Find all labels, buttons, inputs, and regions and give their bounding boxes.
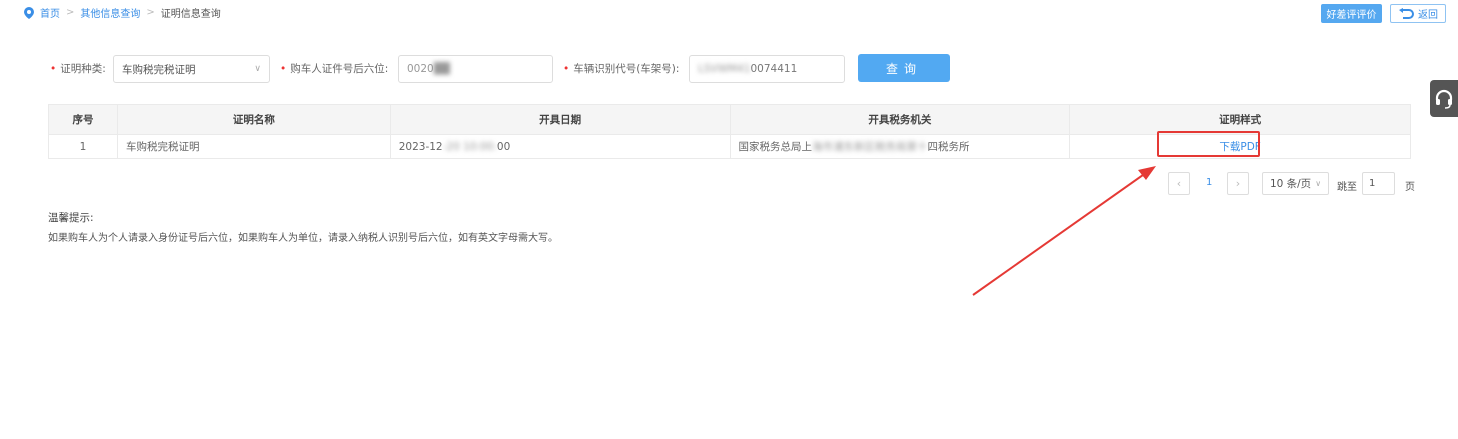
customer-service-button[interactable]: [1430, 80, 1458, 117]
return-arrow-icon: [1399, 7, 1414, 19]
query-button[interactable]: 查询: [858, 54, 950, 82]
breadcrumb-other-info[interactable]: 其他信息查询: [80, 5, 140, 20]
certificate-type-select[interactable]: 车购税完税证明 ∨: [113, 55, 270, 83]
chevron-down-icon: ∨: [1315, 179, 1322, 188]
vin-input[interactable]: LSVWM41 0074411: [689, 55, 845, 83]
header-date: 开具日期: [389, 104, 731, 135]
chevron-down-icon: ∨: [254, 64, 261, 74]
select-value: 车购税完税证明: [122, 63, 196, 76]
cell-date: 2023-12-20 10:00:00: [389, 134, 731, 159]
tips-text: 如果购车人为个人请录入身份证号后六位，如果购车人为单位，请录入纳税人识别号后六位…: [48, 233, 558, 244]
chevron-right-icon: ›: [1235, 177, 1241, 190]
goto-label: 跳至: [1337, 182, 1357, 193]
chevron-left-icon: ‹: [1176, 177, 1182, 190]
location-pin-icon: [24, 6, 34, 19]
back-button[interactable]: 返回: [1390, 4, 1446, 23]
annotation-highlight-box: [1157, 131, 1260, 157]
page-1[interactable]: 1: [1206, 177, 1212, 188]
annotation-arrow-icon: [972, 166, 1156, 296]
vin-value-blurred: LSVWM41: [698, 63, 751, 75]
page-size-select[interactable]: 10 条/页 ∨: [1262, 172, 1329, 195]
breadcrumb-separator: >: [146, 7, 155, 18]
page-unit-label: 页: [1405, 182, 1415, 193]
type-label: • 证明种类:: [50, 63, 106, 75]
back-label: 返回: [1418, 10, 1438, 21]
header-style: 证明样式: [1069, 104, 1411, 135]
id-label: • 购车人证件号后六位:: [280, 63, 389, 75]
cell-office: 国家税务总局上海市浦东新区税务局第十四税务所: [729, 134, 1071, 159]
headset-icon: [1435, 89, 1453, 109]
id-value-blurred: ██: [433, 63, 450, 75]
buyer-id-input[interactable]: 0020 ██: [398, 55, 553, 83]
breadcrumb-home[interactable]: 首页: [40, 5, 60, 20]
prev-page-button[interactable]: ‹: [1168, 172, 1190, 195]
breadcrumb-current: 证明信息查询: [160, 9, 221, 20]
goto-page-input[interactable]: 1: [1362, 172, 1395, 195]
header-name: 证明名称: [116, 104, 391, 135]
vin-value: 0074411: [750, 63, 798, 75]
header-index: 序号: [48, 104, 118, 135]
header-office: 开具税务机关: [729, 104, 1071, 135]
cell-name: 车购税完税证明: [116, 134, 391, 159]
table-header-row: 序号 证明名称 开具日期 开具税务机关 证明样式: [48, 104, 1411, 135]
next-page-button[interactable]: ›: [1227, 172, 1249, 195]
breadcrumb-separator: >: [66, 7, 75, 18]
id-value: 0020: [407, 63, 434, 75]
cell-index: 1: [48, 134, 118, 159]
breadcrumb: 首页 > 其他信息查询 > 证明信息查询: [24, 5, 221, 20]
tips-title: 温馨提示:: [48, 212, 94, 224]
vin-label: • 车辆识别代号(车架号):: [563, 63, 680, 75]
evaluate-button[interactable]: 好差评评价: [1321, 4, 1382, 23]
